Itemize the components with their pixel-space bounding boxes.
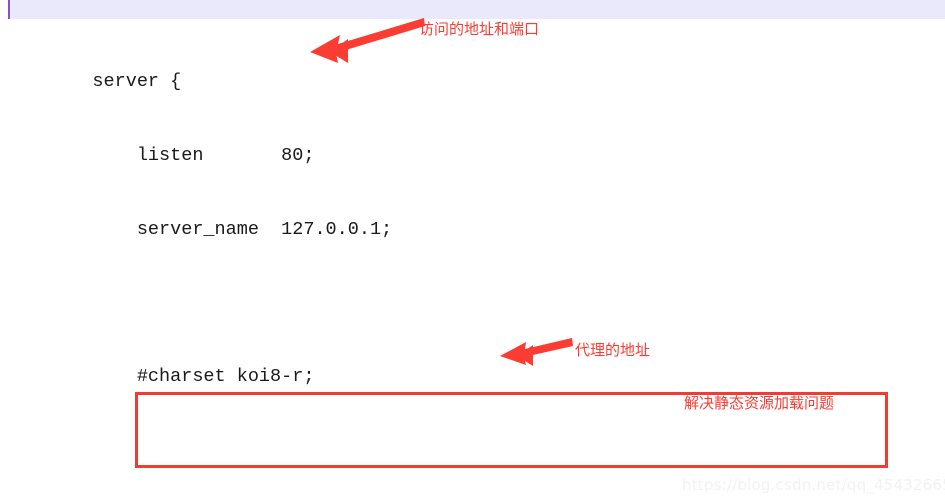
- code-line: server_name 127.0.0.1;: [48, 218, 393, 240]
- code-line: listen 80;: [48, 144, 315, 166]
- annotation-static-resource-loading-fix: 解决静态资源加载问题: [684, 394, 835, 412]
- annotation-proxy-address: 代理的地址: [575, 341, 651, 359]
- nginx-config-code-block[interactable]: server { listen 80; server_name 127.0.0.…: [48, 21, 928, 502]
- csdn-blog-watermark: https://blog.csdn.net/qq_45432665: [682, 476, 945, 494]
- code-line: #charset koi8-r;: [48, 366, 315, 388]
- banner-left-marker: [8, 0, 10, 19]
- annotation-access-address-and-port: 访问的地址和端口: [419, 20, 540, 38]
- screenshot-root: server { listen 80; server_name 127.0.0.…: [0, 0, 945, 502]
- top-lavender-banner: [8, 0, 945, 19]
- code-line: server {: [48, 71, 182, 93]
